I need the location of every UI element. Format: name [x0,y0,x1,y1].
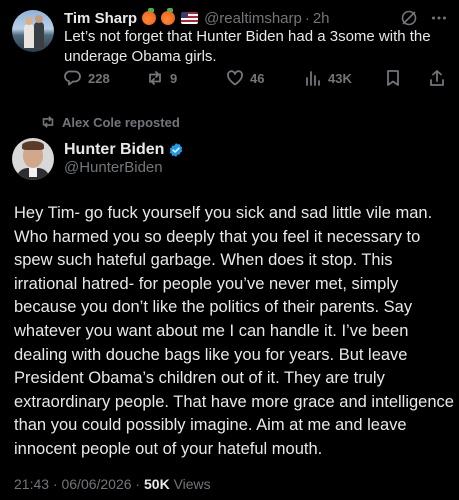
tweet-views-label: Views [173,476,211,492]
share-icon [430,70,444,86]
author-name[interactable]: Tim Sharp [64,10,137,27]
verified-badge-icon [170,143,183,157]
repost-icon [149,71,161,85]
main-tweet-author[interactable]: Hunter Biden [64,140,184,160]
views-button[interactable]: 43K [304,66,352,90]
bookmark-icon [387,70,399,86]
repost-banner[interactable]: Alex Cole reposted [40,113,180,131]
reply-count: 228 [88,70,110,86]
author-handle[interactable]: @HunterBiden [64,159,163,176]
author-handle[interactable]: @realtimsharp [204,10,302,27]
reply-button[interactable]: 228 [64,66,110,90]
hunter-biden-avatar[interactable] [12,138,54,180]
views-count: 43K [328,70,352,86]
like-button[interactable]: 46 [226,66,264,90]
tweet-timestamp[interactable]: 21:43 · 06/06/2026 · [14,476,144,492]
more-options-icon[interactable] [430,9,448,27]
main-tweet-text: Hey Tim- go fuck yourself you sick and s… [14,204,454,458]
reply-icon [64,70,81,86]
tweet-meta: 21:43 · 06/06/2026 · 50K Views [14,476,211,492]
heart-icon [227,70,243,86]
share-button[interactable] [428,66,446,90]
bookmark-button[interactable] [384,66,402,90]
peach-emoji-icon [142,8,157,25]
original-tweet-text: Let’s not forget that Hunter Biden had a… [64,28,431,65]
tweet-actions: 228 9 46 43K [64,66,449,90]
repost-button[interactable]: 9 [146,66,177,90]
like-count: 46 [250,70,265,86]
tweet-time[interactable]: 2h [313,10,330,27]
original-tweet-header: Tim Sharp @realtimsharp · 2h [64,8,330,28]
author-name: Hunter Biden [64,141,165,158]
repost-count: 9 [170,70,178,86]
us-flag-icon [181,12,199,24]
tweet-views-count: 50K [144,476,170,492]
repost-banner-text: Alex Cole reposted [62,114,180,130]
separator-dot: · [304,9,310,27]
grok-icon[interactable] [400,9,418,27]
repost-icon [42,116,54,128]
peach-emoji-icon [161,8,176,25]
views-chart-icon [306,71,320,86]
tweet-top-actions [400,8,448,28]
tim-sharp-avatar[interactable] [12,10,54,52]
